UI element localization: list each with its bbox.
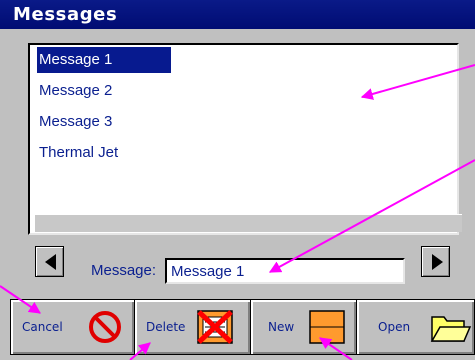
list-item[interactable]: Message 3 — [37, 109, 112, 135]
new-button[interactable]: New — [250, 299, 357, 355]
horizontal-scrollbar[interactable] — [35, 214, 462, 232]
new-message-icon — [309, 310, 345, 344]
cancel-button[interactable]: Cancel — [10, 299, 135, 355]
list-item[interactable]: Message 2 — [37, 78, 112, 104]
new-label: New — [268, 320, 295, 334]
list-item[interactable]: Thermal Jet — [37, 140, 118, 166]
folder-open-icon — [430, 316, 472, 342]
open-label: Open — [378, 320, 411, 334]
messages-window: Messages Message 1 Message 2 Message 3 T… — [0, 0, 475, 360]
window-title: Messages — [13, 4, 118, 25]
right-arrow-icon — [432, 254, 443, 270]
left-arrow-icon — [45, 254, 56, 270]
previous-button[interactable] — [35, 246, 64, 277]
next-button[interactable] — [421, 246, 450, 277]
list-item[interactable]: Message 1 — [37, 47, 171, 73]
prohibited-icon — [89, 311, 121, 343]
title-bar: Messages — [0, 0, 475, 29]
delete-label: Delete — [146, 320, 186, 334]
open-button[interactable]: Open — [356, 299, 475, 355]
message-list[interactable]: Message 1 Message 2 Message 3 Thermal Je… — [28, 43, 459, 235]
message-input[interactable] — [165, 258, 405, 284]
message-label: Message: — [91, 262, 157, 279]
delete-message-icon — [197, 310, 233, 344]
cancel-label: Cancel — [22, 320, 63, 334]
delete-button[interactable]: Delete — [134, 299, 251, 355]
